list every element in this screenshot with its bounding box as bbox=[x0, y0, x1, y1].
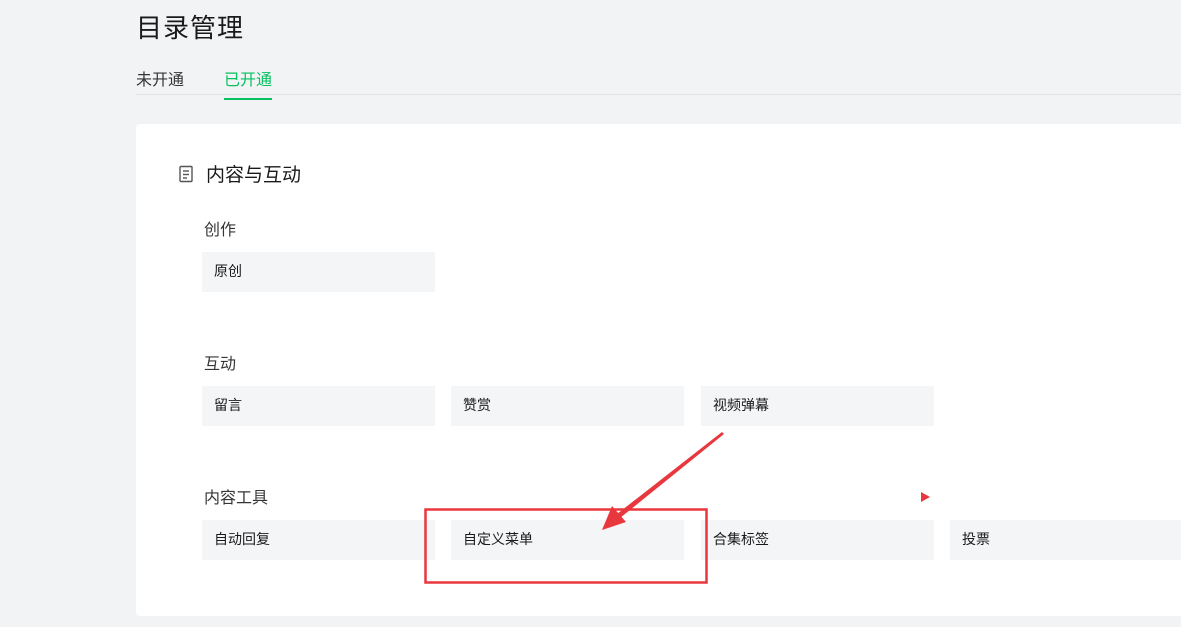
tile-collection-tags[interactable]: 合集标签 bbox=[701, 520, 934, 560]
tile-auto-reply[interactable]: 自动回复 bbox=[202, 520, 435, 560]
group-label-creation: 创作 bbox=[204, 220, 237, 239]
tab-enabled[interactable]: 已开通 bbox=[224, 66, 273, 100]
tab-bar: 未开通 已开通 bbox=[136, 60, 1181, 100]
tile-comments[interactable]: 留言 bbox=[202, 386, 435, 426]
group-label-content-tools: 内容工具 bbox=[204, 488, 269, 507]
tab-not-enabled[interactable]: 未开通 bbox=[136, 66, 184, 98]
group-label-interaction: 互动 bbox=[204, 354, 237, 373]
tile-vote[interactable]: 投票 bbox=[950, 520, 1181, 560]
document-icon bbox=[178, 165, 194, 183]
section-header: 内容与互动 bbox=[178, 160, 301, 187]
tile-custom-menu[interactable]: 自定义菜单 bbox=[451, 520, 684, 560]
page-title: 目录管理 bbox=[136, 14, 245, 44]
section-title: 内容与互动 bbox=[206, 164, 302, 186]
content-card: 内容与互动 创作 原创 互动 留言 赞赏 视频弹幕 内容工具 自动回复 自定义菜… bbox=[136, 124, 1181, 616]
tile-appreciation[interactable]: 赞赏 bbox=[451, 386, 684, 426]
tile-video-danmaku[interactable]: 视频弹幕 bbox=[701, 386, 934, 426]
tile-original[interactable]: 原创 bbox=[202, 252, 435, 292]
